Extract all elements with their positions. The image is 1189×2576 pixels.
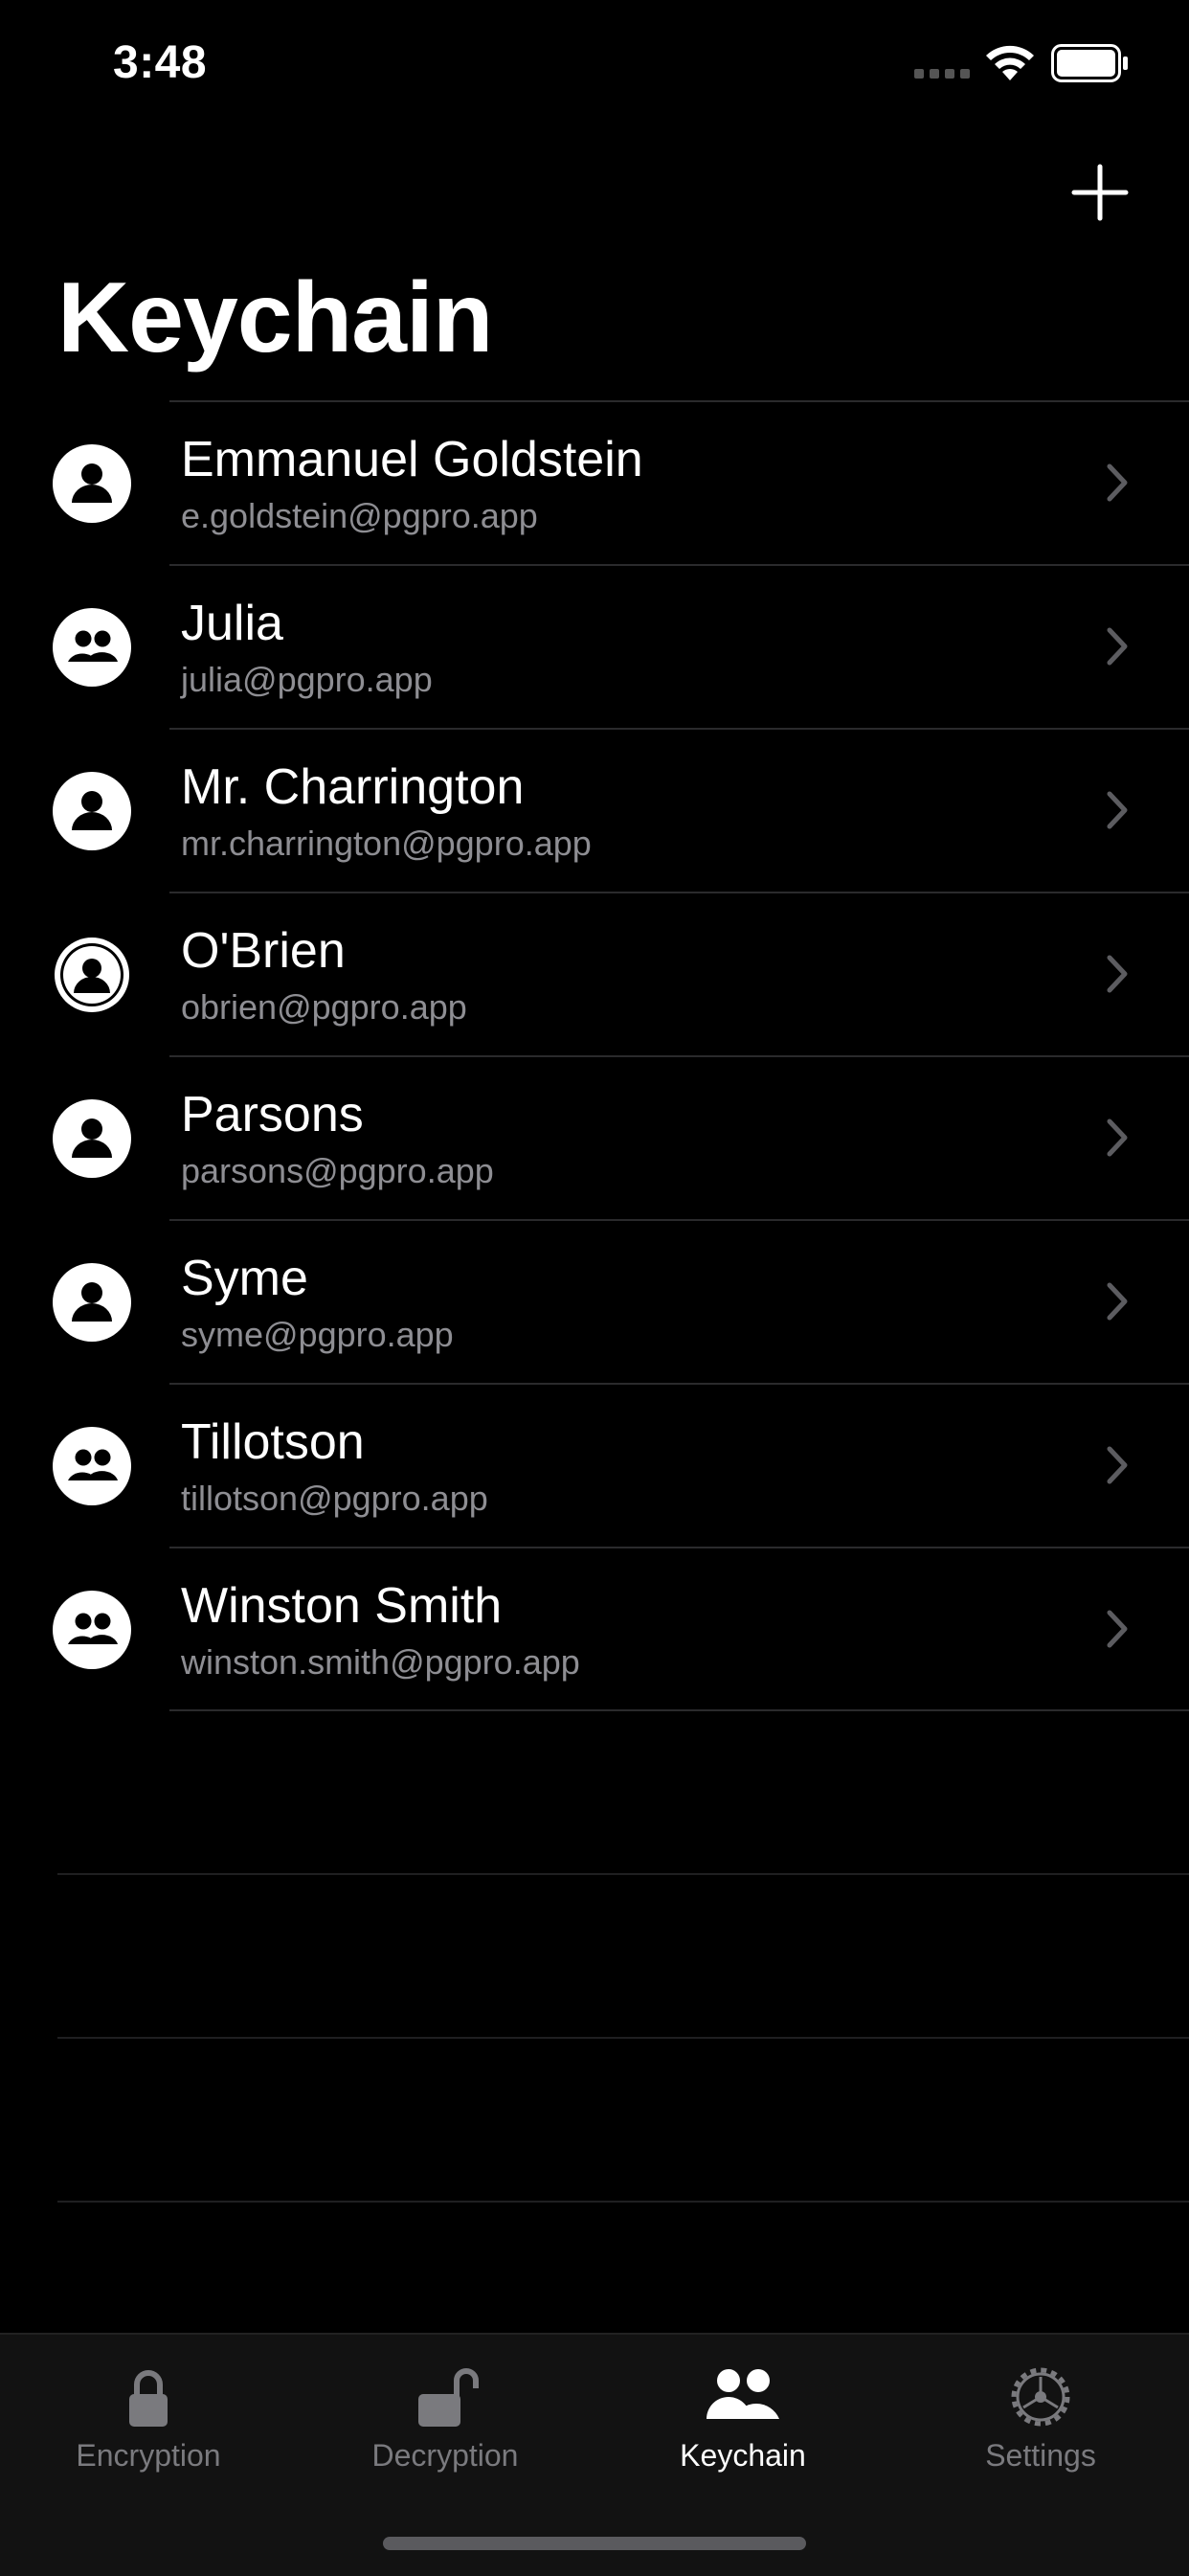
chevron-right-icon <box>1107 463 1128 502</box>
two-people-icon <box>53 1427 131 1505</box>
contact-email: obrien@pgpro.app <box>181 987 467 1027</box>
tab-encryption[interactable]: Encryption <box>0 2335 297 2478</box>
person-icon <box>53 444 131 523</box>
contact-email: mr.charrington@pgpro.app <box>181 824 592 863</box>
contact-row[interactable]: Syme syme@pgpro.app <box>0 1219 1189 1383</box>
tab-label: Decryption <box>371 2438 519 2473</box>
contact-row[interactable]: Mr. Charrington mr.charrington@pgpro.app <box>0 728 1189 892</box>
signal-icon <box>914 69 970 79</box>
wifi-icon <box>986 45 1034 80</box>
lock-icon <box>129 2370 168 2427</box>
contact-name: Mr. Charrington <box>181 759 525 815</box>
contact-name: Parsons <box>181 1087 364 1142</box>
contact-email: e.goldstein@pgpro.app <box>181 496 538 535</box>
person-outline-icon <box>55 938 129 1012</box>
row-divider <box>169 1219 1189 1221</box>
contact-name: O'Brien <box>181 923 346 979</box>
list-divider <box>169 1709 1189 1711</box>
person-icon <box>53 1099 131 1178</box>
battery-icon <box>1051 44 1128 82</box>
contact-name: Emmanuel Goldstein <box>181 432 643 487</box>
contact-name: Tillotson <box>181 1414 365 1470</box>
contact-name: Winston Smith <box>181 1578 503 1634</box>
chevron-right-icon <box>1107 1610 1128 1648</box>
person-icon <box>53 772 131 850</box>
tab-label: Keychain <box>680 2438 806 2473</box>
chevron-right-icon <box>1107 627 1128 666</box>
unlock-icon <box>418 2368 479 2427</box>
row-divider <box>169 728 1189 730</box>
tab-keychain[interactable]: Keychain <box>594 2335 891 2478</box>
row-divider <box>169 1547 1189 1548</box>
tab-label: Encryption <box>76 2438 221 2473</box>
chevron-right-icon <box>1107 791 1128 829</box>
status-time: 3:48 <box>113 37 208 88</box>
chevron-right-icon <box>1107 1119 1128 1157</box>
empty-row-divider <box>57 2201 1189 2203</box>
empty-row-divider <box>57 1873 1189 1875</box>
gear-icon <box>1011 2367 1070 2427</box>
add-button[interactable] <box>1066 159 1133 226</box>
two-people-icon <box>707 2369 779 2419</box>
chevron-right-icon <box>1107 955 1128 993</box>
contact-email: winston.smith@pgpro.app <box>181 1642 580 1682</box>
contact-list: Emmanuel Goldstein e.goldstein@pgpro.app J… <box>0 400 1189 1710</box>
contact-email: julia@pgpro.app <box>181 660 433 699</box>
contact-row[interactable]: Winston Smith winston.smith@pgpro.app <box>0 1547 1189 1710</box>
empty-row-divider <box>57 2037 1189 2039</box>
row-divider <box>169 1383 1189 1385</box>
two-people-icon <box>53 1591 131 1669</box>
chevron-right-icon <box>1107 1446 1128 1484</box>
chevron-right-icon <box>1107 1282 1128 1321</box>
home-indicator <box>383 2537 806 2550</box>
contact-row[interactable]: Tillotson tillotson@pgpro.app <box>0 1383 1189 1547</box>
two-people-icon <box>53 608 131 687</box>
contact-email: parsons@pgpro.app <box>181 1151 494 1190</box>
contact-email: tillotson@pgpro.app <box>181 1479 488 1518</box>
contact-name: Julia <box>181 596 283 651</box>
contact-row[interactable]: Emmanuel Goldstein e.goldstein@pgpro.app <box>0 400 1189 564</box>
page-title: Keychain <box>57 262 493 373</box>
tab-label: Settings <box>985 2438 1096 2473</box>
status-bar: 3:48 <box>0 0 1189 134</box>
contact-email: syme@pgpro.app <box>181 1315 454 1354</box>
person-icon <box>53 1263 131 1342</box>
contact-name: Syme <box>181 1251 308 1306</box>
tab-decryption[interactable]: Decryption <box>297 2335 594 2478</box>
row-divider <box>169 1055 1189 1057</box>
row-divider <box>169 564 1189 566</box>
row-divider <box>169 400 1189 402</box>
tab-settings[interactable]: Settings <box>892 2335 1189 2478</box>
row-divider <box>169 892 1189 893</box>
contact-row[interactable]: O'Brien obrien@pgpro.app <box>0 892 1189 1055</box>
contact-row[interactable]: Julia julia@pgpro.app <box>0 564 1189 728</box>
contact-row[interactable]: Parsons parsons@pgpro.app <box>0 1055 1189 1219</box>
